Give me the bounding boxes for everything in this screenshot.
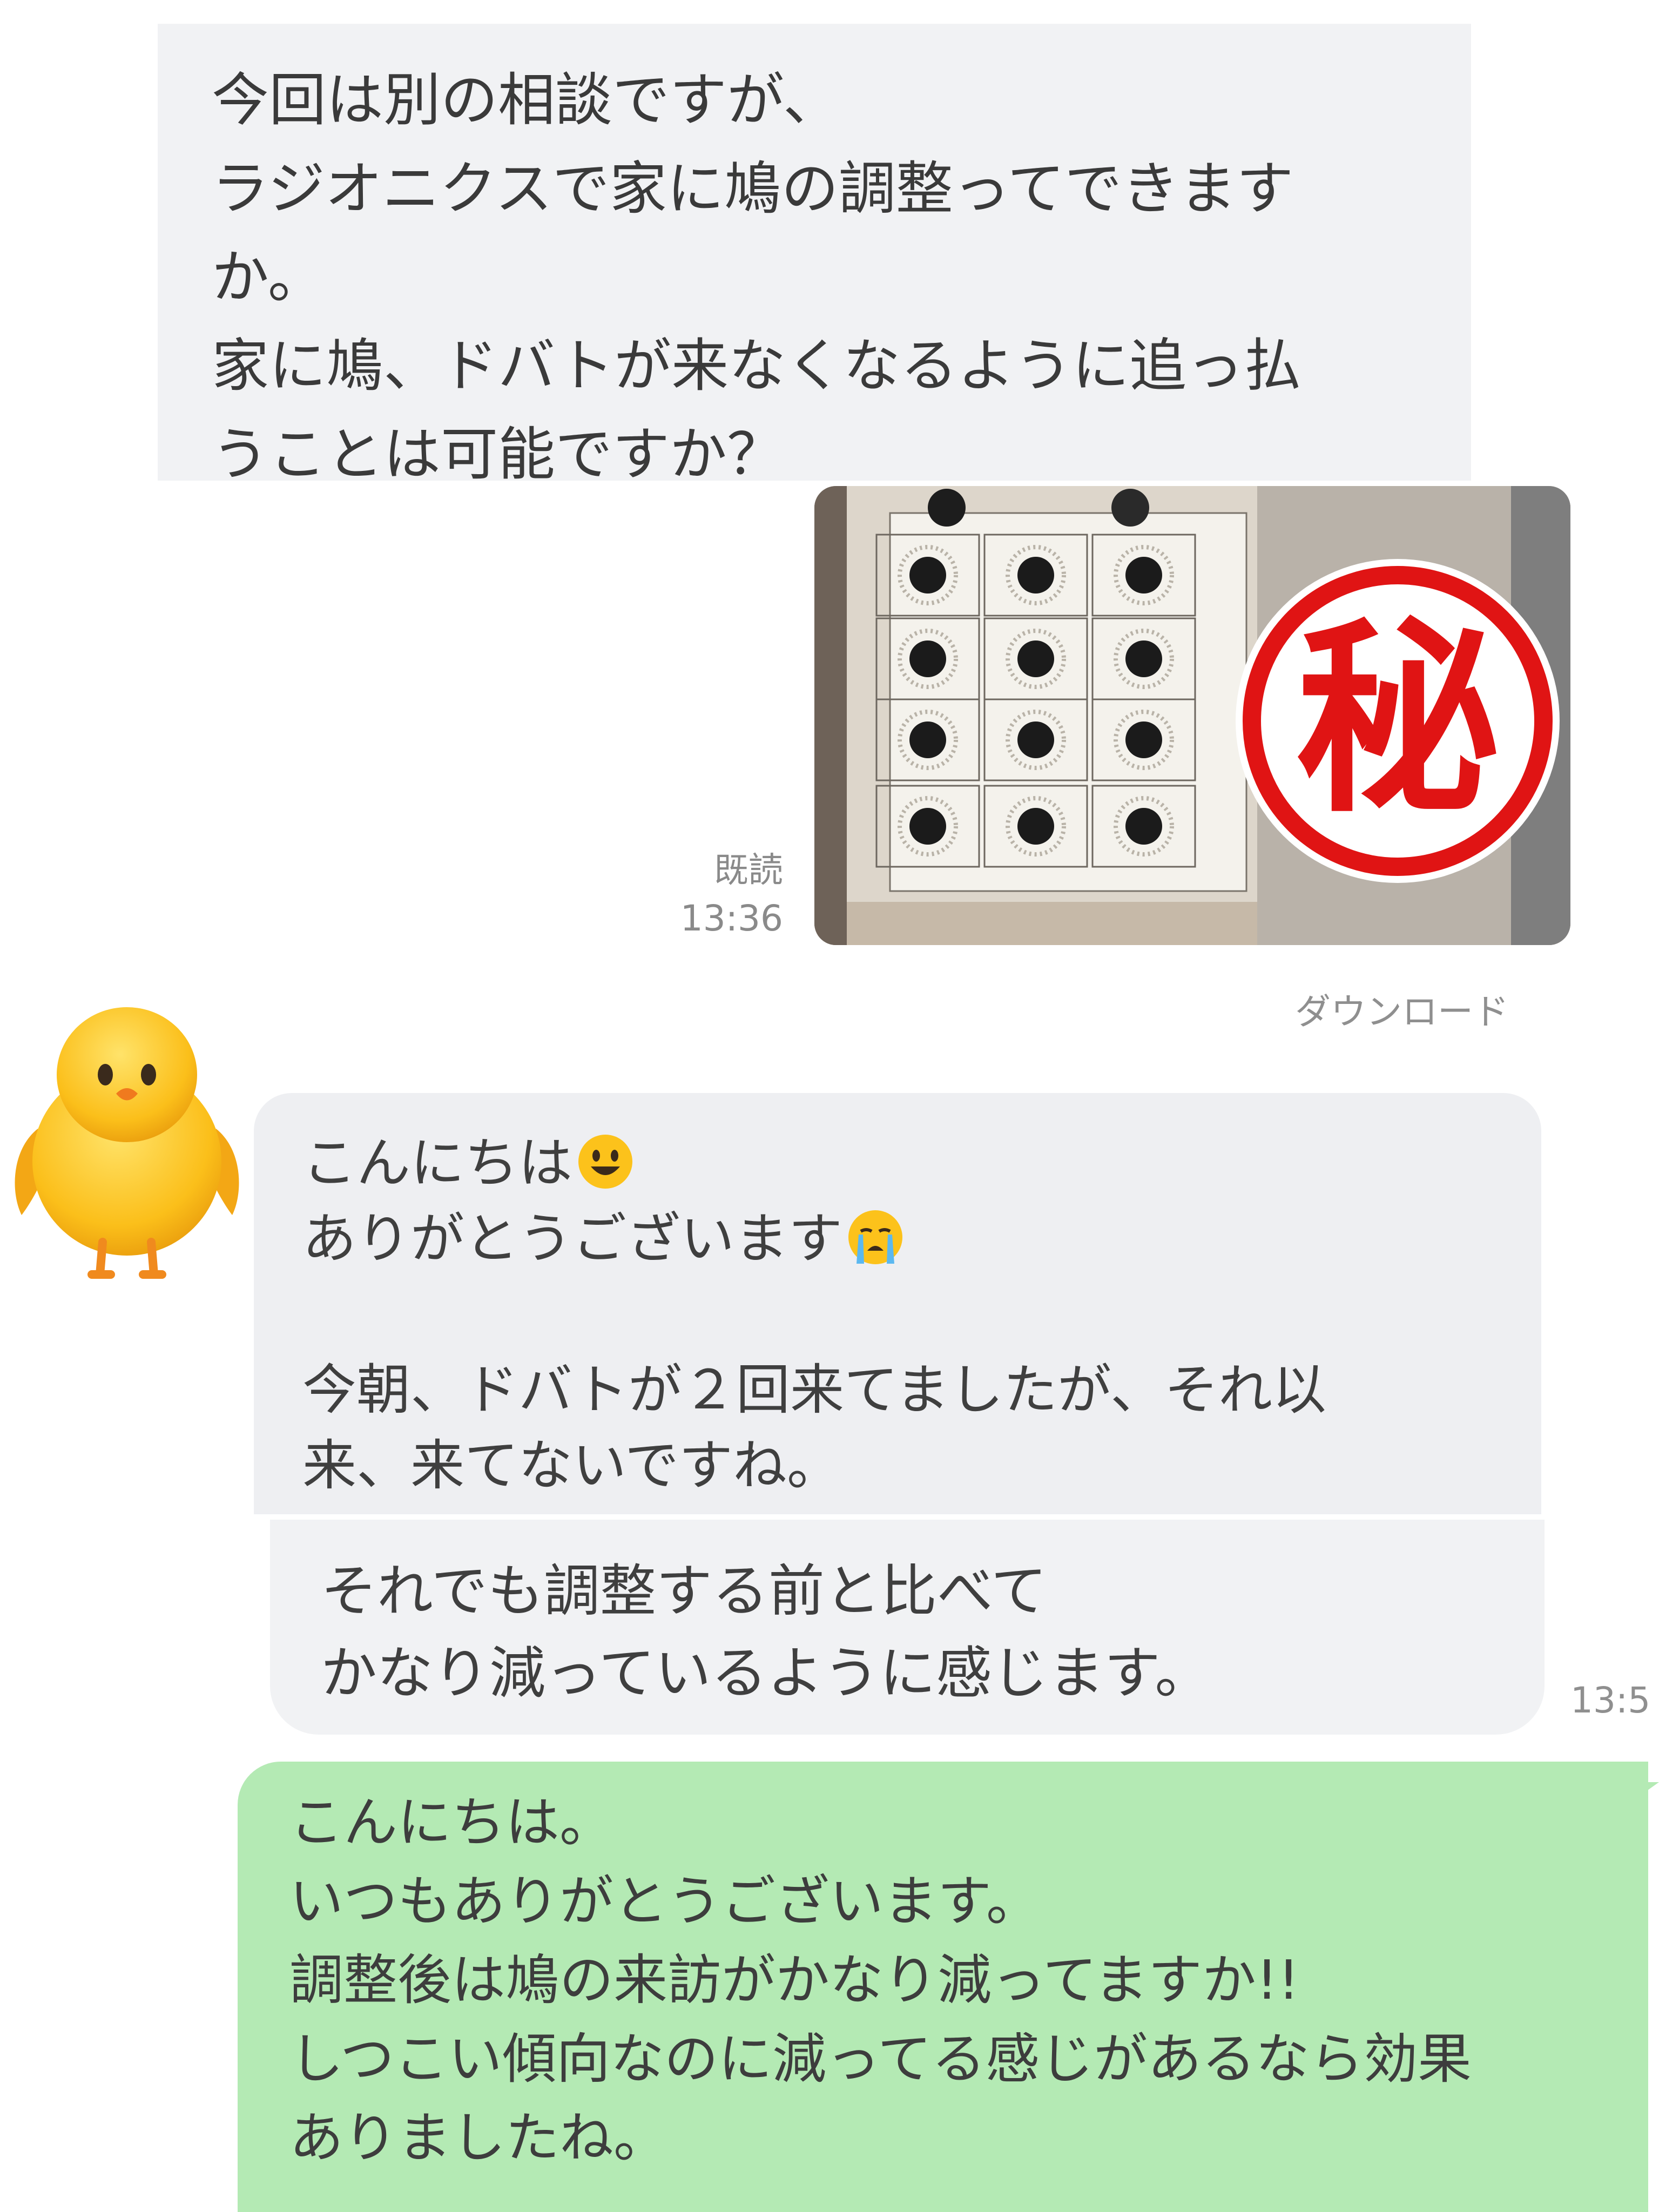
crying-face-icon [846, 1208, 905, 1267]
message-line: ありがとうございます [302, 1201, 1541, 1277]
dial-knob [1017, 557, 1054, 594]
dial-knob [909, 721, 946, 758]
message-line: いつもありがとうございます。 [289, 1870, 1040, 1933]
received-message-bubble-continued[interactable]: それでも調整する前と比べて かなり減っているように感じます。 [270, 1520, 1545, 1735]
bubble-tail [1629, 1782, 1659, 1804]
dial-knob [909, 640, 946, 677]
message-line: しつこい傾向なのに減ってる感じがあるなら効果 [289, 2027, 1472, 2090]
message-text: こんにちは [302, 1131, 572, 1195]
baby-chick-icon[interactable] [5, 988, 248, 1291]
dial-knob [1125, 640, 1162, 677]
stamp-text: 秘 [1295, 601, 1500, 840]
message-line: かなり減っているように感じます。 [321, 1640, 1211, 1706]
dial-knob [1017, 640, 1054, 677]
sent-reply-bubble[interactable]: こんにちは。 いつもありがとうございます。 調整後は鳩の来訪がかなり減ってますか… [238, 1762, 1648, 2212]
dial-knob [909, 557, 946, 594]
dial-knob [1125, 557, 1162, 594]
message-line: 今回は別の相談ですが、 [212, 67, 840, 133]
message-line: こんにちは [302, 1125, 1541, 1201]
received-message-bubble[interactable]: こんにちは ありがとうございます 今朝、ドバトが２回来てましたが、それ以 来、来… [254, 1093, 1541, 1514]
message-line: それでも調整する前と比べて [321, 1558, 1047, 1624]
sent-message-bubble[interactable]: 今回は別の相談ですが、 ラジオニクスで家に鳩の調整ってできます か。 家に鳩、ド… [158, 24, 1471, 488]
received-timestamp: 13:5 [1570, 1680, 1651, 1721]
dial-knob [1125, 721, 1162, 758]
download-link[interactable]: ダウンロード [1295, 983, 1509, 1035]
dial-knob [1125, 808, 1162, 845]
read-receipt: 既読 [714, 851, 783, 891]
radionics-panel-image: 秘 [814, 486, 1570, 945]
sent-timestamp: 13:36 [680, 898, 783, 939]
message-line: 来、来てないですね。 [302, 1434, 841, 1497]
smiling-face-icon [576, 1132, 635, 1191]
dial-knob [1017, 808, 1054, 845]
dial-knob [909, 808, 946, 845]
message-line: か。 [212, 244, 325, 311]
dial-knob [1017, 721, 1054, 758]
message-line: 調整後は鳩の来訪がかなり減ってますか!! [289, 1948, 1300, 2012]
shared-photo[interactable]: 秘 [814, 486, 1570, 945]
message-text: ありがとうございます [302, 1207, 842, 1270]
stamp: 秘 [1236, 559, 1560, 883]
chat-screen: 今回は別の相談ですが、 ラジオニクスで家に鳩の調整ってできます か。 家に鳩、ド… [0, 0, 1659, 2212]
message-line: ありましたね。 [289, 2106, 667, 2169]
message-line: ラジオニクスで家に鳩の調整ってできます [212, 156, 1294, 222]
message-line: 家に鳩、ドバトが来なくなるように追っ払 [212, 333, 1301, 399]
message-line: 今朝、ドバトが２回来てましたが、それ以 [302, 1358, 1326, 1421]
message-line: こんにちは。 [289, 1791, 613, 1854]
